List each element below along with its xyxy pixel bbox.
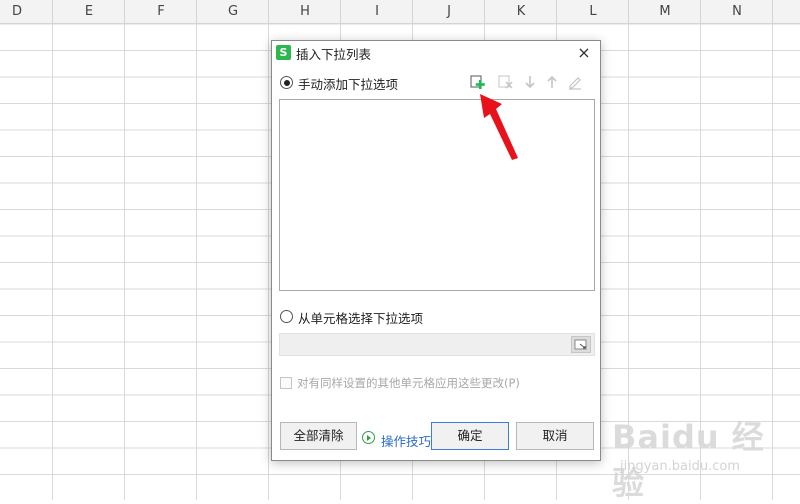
- range-select-button[interactable]: [571, 336, 591, 353]
- edit-icon[interactable]: [566, 73, 584, 91]
- column-header[interactable]: K: [486, 0, 557, 23]
- manual-option-label[interactable]: 手动添加下拉选项: [298, 74, 398, 93]
- red-annotation-arrow-icon: [480, 94, 518, 160]
- column-header[interactable]: F: [126, 0, 197, 23]
- cancel-button[interactable]: 取消: [516, 422, 594, 450]
- range-select-icon: [574, 339, 587, 349]
- manual-option-radio[interactable]: [280, 76, 293, 89]
- wps-spreadsheet-icon: S: [276, 45, 291, 60]
- dialog-title: 插入下拉列表: [296, 47, 372, 62]
- clear-all-button[interactable]: 全部清除: [280, 422, 357, 450]
- insert-dropdown-list-dialog: S 插入下拉列表 × 手动添加下拉选项 从单元格选择下拉选项 对有同样设置的其他…: [271, 40, 601, 461]
- baidu-jingyan-watermark: Baidu 经验 jingyan.baidu.com: [612, 412, 797, 502]
- column-header[interactable]: J: [414, 0, 485, 23]
- column-header[interactable]: D: [0, 0, 53, 23]
- column-header[interactable]: L: [558, 0, 629, 23]
- apply-all-label: 对有同样设置的其他单元格应用这些更改(P): [297, 376, 520, 390]
- column-header[interactable]: M: [630, 0, 701, 23]
- cell-range-input[interactable]: [279, 333, 595, 356]
- ok-button[interactable]: 确定: [431, 422, 509, 450]
- from-cells-option-label[interactable]: 从单元格选择下拉选项: [298, 308, 423, 327]
- dropdown-items-list[interactable]: [279, 99, 595, 291]
- column-header[interactable]: E: [54, 0, 125, 23]
- column-header-row: D E F G H I J K L M N: [0, 0, 800, 24]
- column-header[interactable]: G: [198, 0, 269, 23]
- close-button[interactable]: ×: [574, 43, 594, 63]
- watermark-brand: Baidu 经验: [612, 418, 765, 502]
- column-header[interactable]: H: [270, 0, 341, 23]
- column-header[interactable]: N: [702, 0, 773, 23]
- move-down-icon[interactable]: [521, 73, 539, 91]
- column-header[interactable]: I: [342, 0, 413, 23]
- add-item-icon[interactable]: [469, 73, 487, 91]
- move-up-icon[interactable]: [543, 73, 561, 91]
- watermark-url: jingyan.baidu.com: [620, 459, 740, 474]
- delete-item-icon[interactable]: [497, 73, 515, 91]
- apply-all-checkbox[interactable]: [280, 377, 292, 389]
- dialog-titlebar[interactable]: S 插入下拉列表 ×: [272, 41, 600, 65]
- tips-link[interactable]: 操作技巧: [381, 431, 431, 450]
- play-tips-icon[interactable]: [362, 431, 375, 444]
- from-cells-option-radio[interactable]: [280, 310, 293, 323]
